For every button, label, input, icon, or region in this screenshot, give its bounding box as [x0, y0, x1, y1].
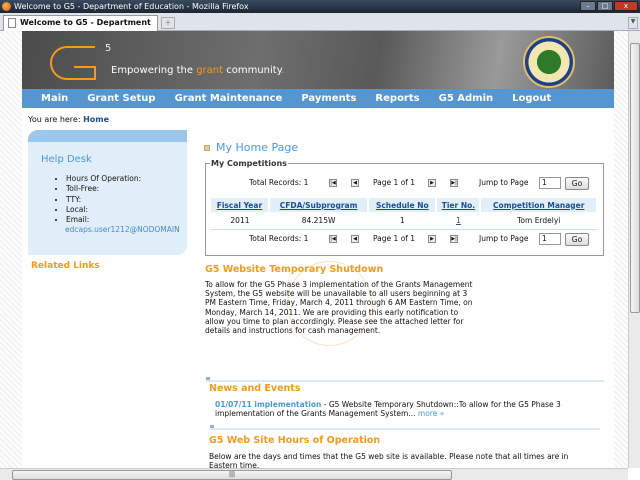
- help-local: Local:: [66, 205, 187, 215]
- nav-payments[interactable]: Payments: [301, 89, 356, 108]
- tier-link[interactable]: 1: [456, 216, 461, 225]
- page-viewport: 5 Empowering the grant community. Main G…: [0, 31, 628, 468]
- col-cfda[interactable]: CFDA/Subprogram: [280, 201, 358, 210]
- table-row: 2011 84.215W 1 1 Tom Erdelyi: [211, 212, 597, 230]
- news-title: News and Events: [209, 383, 301, 394]
- banner: 5 Empowering the grant community.: [22, 31, 614, 89]
- tab-strip: Welcome to G5 - Department of Edu... + ▼: [0, 13, 640, 41]
- firefox-icon: [2, 2, 11, 11]
- help-desk-title: Help Desk: [41, 154, 92, 165]
- divider: [210, 428, 600, 430]
- tagline: Empowering the grant community.: [111, 65, 285, 76]
- nav-grant-maintenance[interactable]: Grant Maintenance: [175, 89, 283, 108]
- help-email: Email:: [66, 215, 187, 225]
- divider: [206, 380, 604, 382]
- nav-grant-setup[interactable]: Grant Setup: [87, 89, 155, 108]
- browser-tab[interactable]: Welcome to G5 - Department of Edu...: [3, 15, 158, 41]
- related-links-heading: Related Links: [31, 261, 100, 271]
- minimize-button[interactable]: –: [580, 1, 596, 11]
- close-button[interactable]: x: [614, 1, 638, 11]
- col-fiscal-year[interactable]: Fiscal Year: [217, 201, 262, 210]
- department-seal-icon: [523, 36, 575, 88]
- pager-top: Total Records: 1 |◀ ◀ Page 1 of 1 ▶ ▶| J…: [206, 176, 605, 190]
- page-container: 5 Empowering the grant community. Main G…: [22, 31, 614, 468]
- breadcrumb-home[interactable]: Home: [83, 115, 109, 124]
- nav-g5-admin[interactable]: G5 Admin: [439, 89, 494, 108]
- go-button[interactable]: Go: [565, 233, 589, 246]
- col-tier-no[interactable]: Tier No.: [442, 201, 475, 210]
- help-toll-free: Toll-Free:: [66, 184, 187, 194]
- col-schedule-no[interactable]: Schedule No: [376, 201, 429, 210]
- logo-superscript: 5: [105, 43, 112, 54]
- news-item: 01/07/11 implementation - G5 Website Tem…: [215, 400, 561, 419]
- shutdown-text: To allow for the G5 Phase 3 implementati…: [205, 280, 473, 336]
- first-page-icon[interactable]: |◀: [329, 235, 337, 243]
- tab-list-button[interactable]: ▼: [628, 17, 638, 29]
- vertical-scrollbar[interactable]: [628, 31, 640, 468]
- help-email-link[interactable]: edcaps.user1212@NODOMAIN: [65, 225, 187, 234]
- breadcrumb: You are here: Home: [28, 115, 110, 124]
- new-tab-button[interactable]: +: [161, 17, 175, 29]
- next-page-icon[interactable]: ▶: [428, 179, 436, 187]
- g5-logo: [50, 46, 95, 80]
- page-title: My Home Page: [204, 141, 298, 154]
- hours-text: Below are the days and times that the G5…: [209, 452, 569, 468]
- shutdown-title: G5 Website Temporary Shutdown: [205, 264, 384, 275]
- main-nav: Main Grant Setup Grant Maintenance Payme…: [22, 89, 614, 108]
- last-page-icon[interactable]: ▶|: [450, 179, 458, 187]
- nav-logout[interactable]: Logout: [512, 89, 551, 108]
- next-page-icon[interactable]: ▶: [428, 235, 436, 243]
- help-hours: Hours Of Operation:: [66, 174, 187, 184]
- page-icon: [8, 18, 16, 28]
- competitions-table: Fiscal Year CFDA/Subprogram Schedule No …: [211, 198, 598, 230]
- help-desk-panel: Help Desk Hours Of Operation: Toll-Free:…: [28, 130, 187, 255]
- go-button[interactable]: Go: [565, 177, 589, 190]
- last-page-icon[interactable]: ▶|: [450, 235, 458, 243]
- prev-page-icon[interactable]: ◀: [351, 235, 359, 243]
- jump-page-input[interactable]: 1: [539, 177, 561, 189]
- pager-bottom: Total Records: 1 |◀ ◀ Page 1 of 1 ▶ ▶| J…: [206, 232, 605, 246]
- more-link[interactable]: more »: [418, 409, 444, 418]
- competitions-legend: My Competitions: [211, 159, 287, 168]
- prev-page-icon[interactable]: ◀: [351, 179, 359, 187]
- hours-title: G5 Web Site Hours of Operation: [209, 435, 381, 446]
- col-competition-manager[interactable]: Competition Manager: [493, 201, 584, 210]
- my-competitions: My Competitions Total Records: 1 |◀ ◀ Pa…: [205, 159, 604, 256]
- jump-page-input[interactable]: 1: [539, 233, 561, 245]
- nav-main[interactable]: Main: [41, 89, 68, 108]
- first-page-icon[interactable]: |◀: [329, 179, 337, 187]
- bullet-icon: [204, 145, 210, 151]
- news-link[interactable]: 01/07/11 implementation: [215, 400, 321, 409]
- help-tty: TTY:: [66, 195, 187, 205]
- maximize-button[interactable]: □: [597, 1, 613, 11]
- window-title-bar: Welcome to G5 - Department of Education …: [0, 0, 640, 13]
- horizontal-scrollbar[interactable]: |||: [0, 468, 628, 480]
- nav-reports[interactable]: Reports: [375, 89, 419, 108]
- window-title: Welcome to G5 - Department of Education …: [14, 2, 249, 11]
